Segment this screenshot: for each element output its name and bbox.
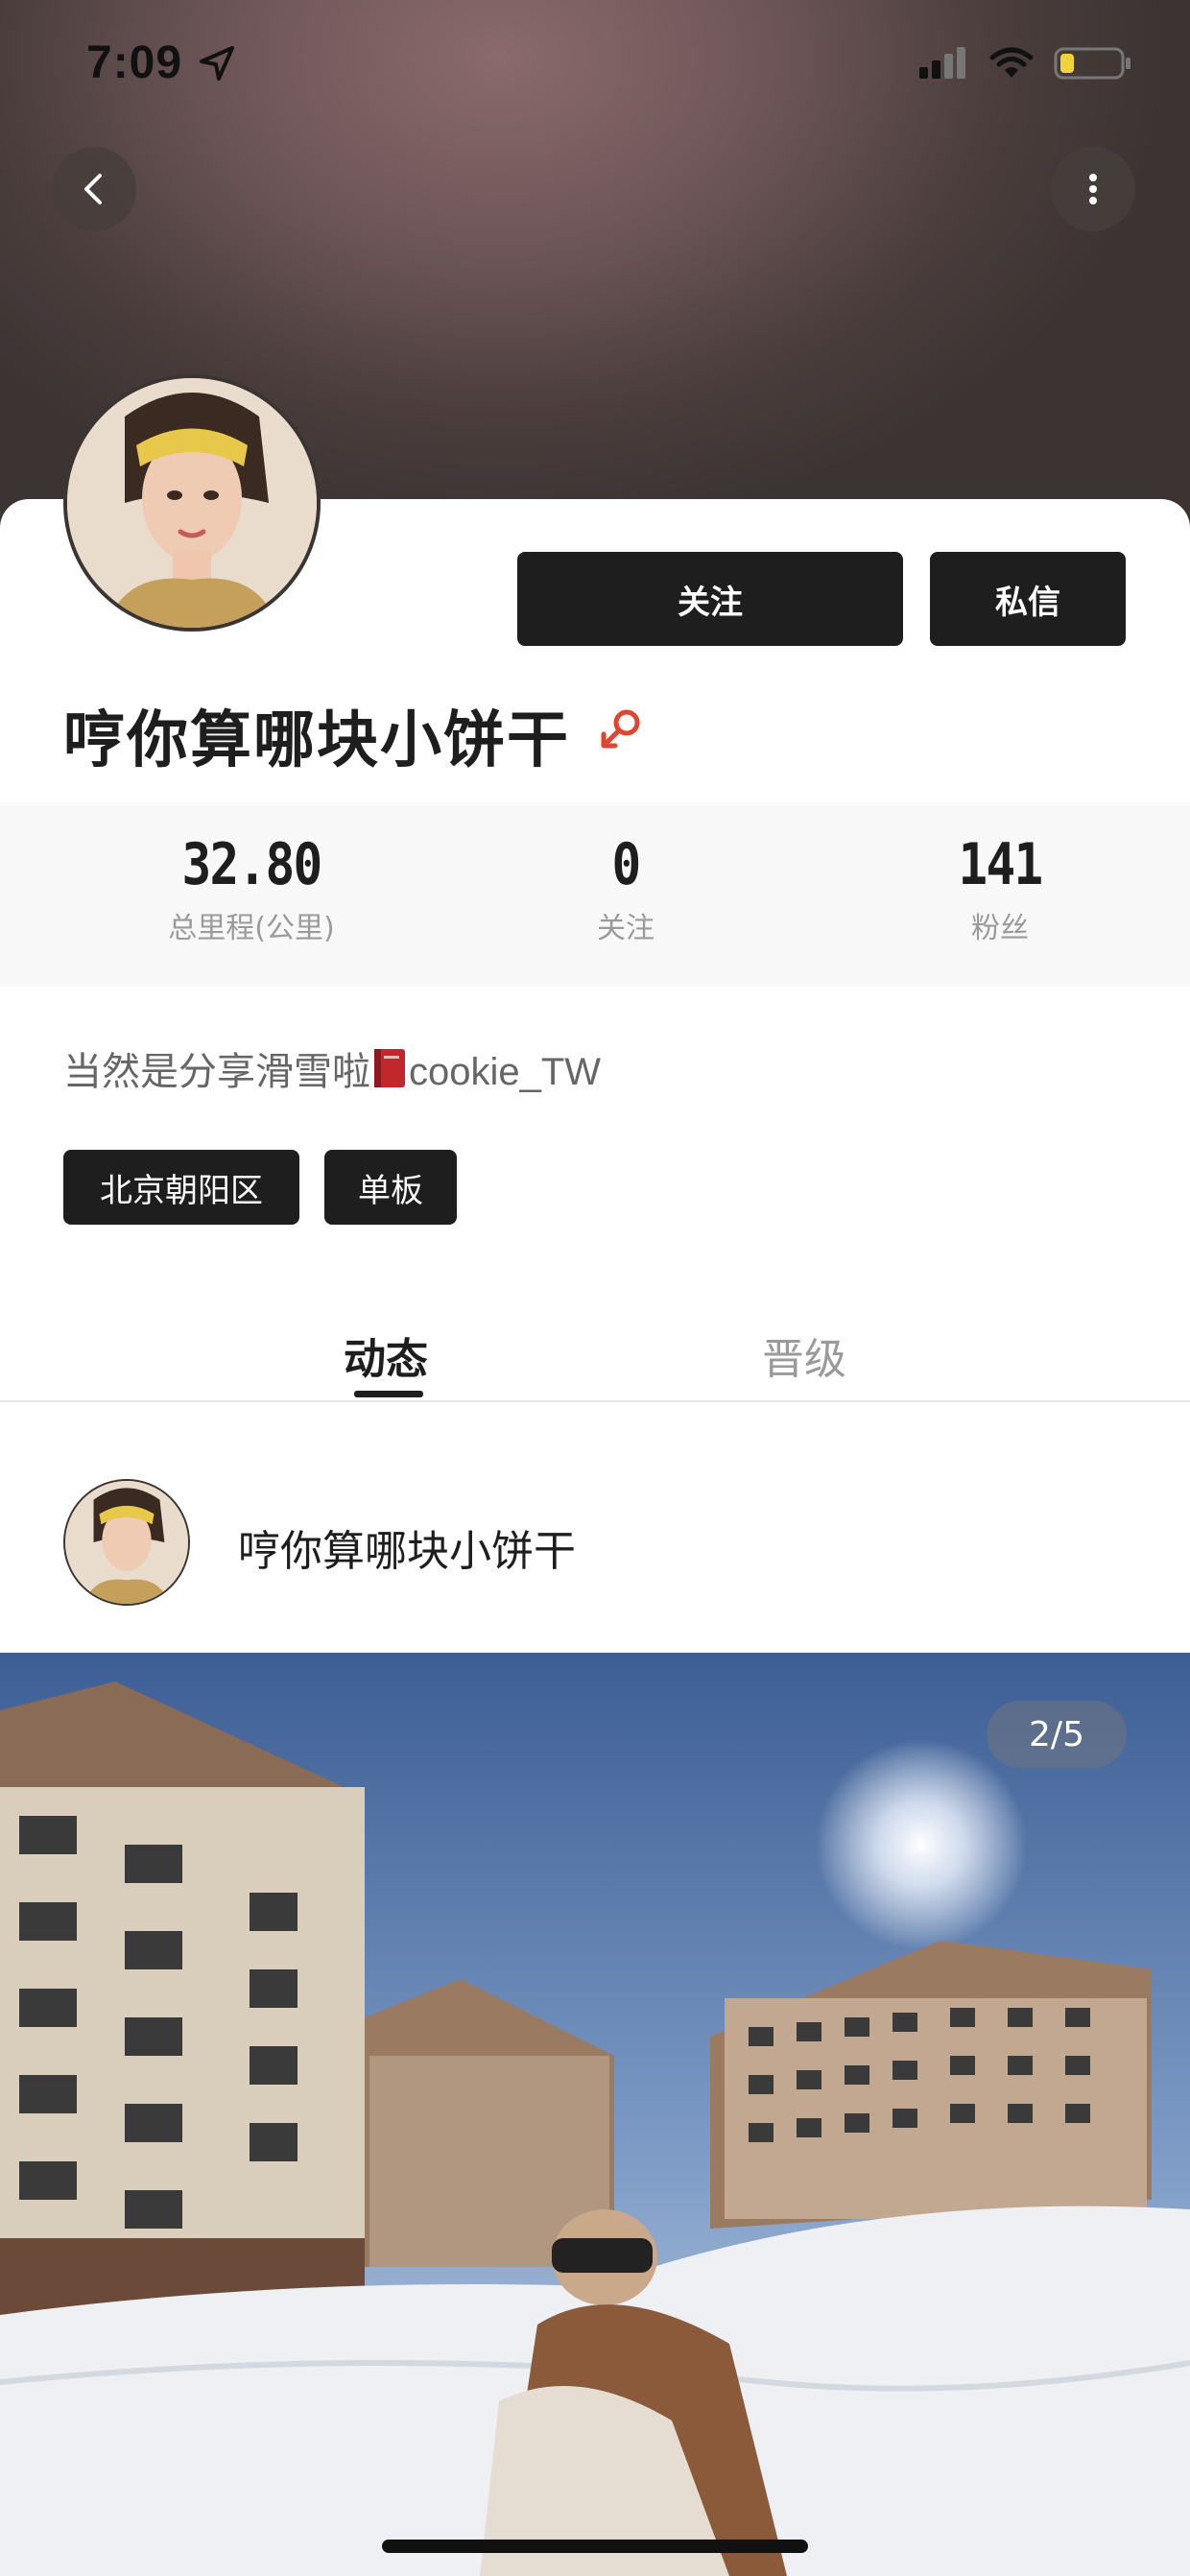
stat-value: 141 <box>958 831 1043 898</box>
post-author-name[interactable]: 哼你算哪块小饼干 <box>238 1516 576 1578</box>
status-time: 7:09 <box>86 37 183 88</box>
post-photo[interactable] <box>0 1653 1190 2576</box>
tabs-divider <box>0 1400 1190 1402</box>
stat-distance[interactable]: 32.80 总里程(公里) <box>107 831 395 946</box>
more-vertical-icon <box>1089 174 1097 204</box>
stat-label: 总里程(公里) <box>168 912 335 945</box>
back-button[interactable] <box>52 147 136 231</box>
male-gender-icon <box>601 709 640 749</box>
post-author-avatar[interactable] <box>63 1479 190 1606</box>
follow-button[interactable]: 关注 <box>517 552 903 646</box>
tag-location[interactable]: 北京朝阳区 <box>63 1150 299 1225</box>
stat-value: 0 <box>611 831 641 898</box>
tab-active-indicator <box>354 1391 423 1397</box>
post-photo-image <box>0 1653 1190 2576</box>
wifi-icon <box>989 47 1034 78</box>
tag-snowboard[interactable]: 单板 <box>324 1150 457 1225</box>
home-indicator <box>382 2540 808 2553</box>
profile-username: 哼你算哪块小饼干 <box>63 705 570 776</box>
tab-posts[interactable]: 动态 <box>344 1324 428 1386</box>
avatar-image <box>67 378 317 628</box>
chevron-left-icon <box>84 174 102 204</box>
bio-handle: cookie_TW <box>409 1051 602 1093</box>
stat-label: 粉丝 <box>971 912 1029 945</box>
stat-following[interactable]: 0 关注 <box>482 831 770 946</box>
stat-value: 32.80 <box>181 831 322 898</box>
photo-counter: 2/5 <box>987 1701 1127 1768</box>
profile-stats: 32.80 总里程(公里) 0 关注 141 粉丝 <box>0 802 1190 987</box>
signal-icon <box>919 47 965 79</box>
location-arrow-icon <box>200 46 234 81</box>
status-bar: 7:09 <box>0 0 1190 125</box>
profile-bio: 当然是分享滑雪啦 cookie_TW <box>63 1040 601 1096</box>
avatar[interactable] <box>63 374 321 632</box>
tab-level-up[interactable]: 晋级 <box>762 1324 846 1386</box>
message-button[interactable]: 私信 <box>930 552 1126 646</box>
battery-icon <box>1054 47 1130 80</box>
post-avatar-image <box>65 1481 188 1604</box>
stat-followers[interactable]: 141 粉丝 <box>856 831 1144 946</box>
more-options-button[interactable] <box>1051 147 1135 231</box>
bio-text: 当然是分享滑雪啦 <box>63 1050 370 1094</box>
stat-label: 关注 <box>597 912 654 945</box>
red-book-icon <box>374 1049 405 1087</box>
